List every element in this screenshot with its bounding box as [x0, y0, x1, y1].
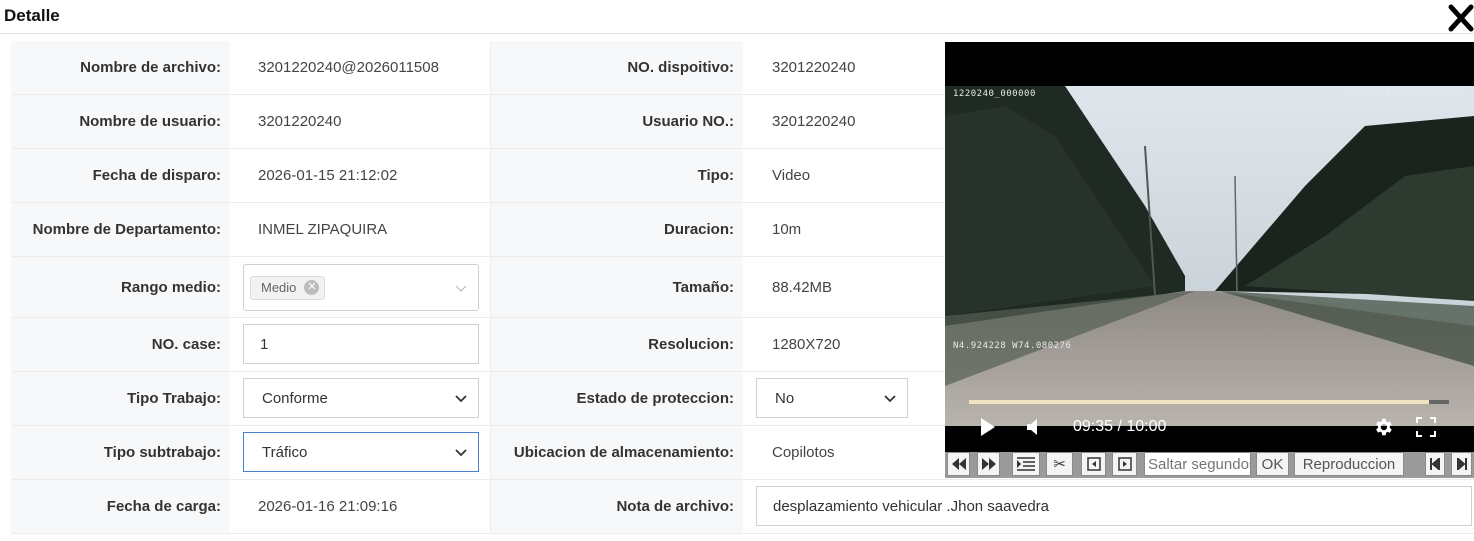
player-toolbar: ✂ OK Reproduccion	[945, 452, 1474, 478]
video-player[interactable]: 1220240_000000 2026-01-15 08:11:38 N4.92…	[945, 42, 1474, 452]
volume-icon[interactable]	[1025, 417, 1041, 437]
playback-button[interactable]: Reproduccion	[1294, 452, 1404, 476]
size-value: 88.42MB	[743, 257, 943, 317]
osd-gps-coords: N4.924228 W74.080276	[953, 341, 1072, 351]
field-label: Estado de proteccion:	[491, 372, 743, 425]
field-label: Fecha de disparo:	[11, 149, 230, 202]
work-type-cell: Conforme	[230, 372, 491, 425]
field-label: Tipo subtrabajo:	[11, 426, 230, 479]
video-time: 09:35 / 10:00	[1073, 418, 1167, 435]
playback-label: Reproduccion	[1302, 455, 1396, 473]
field-label: Nombre de Departamento:	[11, 203, 230, 256]
field-label: Nombre de usuario:	[11, 95, 230, 148]
field-label: Duracion:	[491, 203, 743, 256]
resolution-value: 1280X720	[743, 318, 943, 371]
range-tag-label: Medio	[261, 280, 297, 295]
field-label: Fecha de carga:	[11, 480, 230, 533]
close-icon[interactable]	[1448, 2, 1474, 32]
scissors-icon[interactable]: ✂	[1046, 452, 1073, 476]
rewind-icon[interactable]	[947, 452, 970, 476]
progress-fill	[969, 400, 1429, 404]
video-frame	[945, 86, 1474, 426]
storage-location-value: Copilotos	[743, 426, 943, 479]
file-name-value: 3201220240@2026011508	[230, 41, 491, 94]
osd-timestamp: 2026-01-15 08:11:38	[1349, 89, 1462, 99]
chevron-down-icon	[455, 395, 467, 403]
duration-value: 10m	[743, 203, 943, 256]
field-label: Nombre de archivo:	[11, 41, 230, 94]
field-label: Ubicacion de almacenamiento:	[491, 426, 743, 479]
department-value: INMEL ZIPAQUIRA	[230, 203, 491, 256]
work-type-select[interactable]: Conforme	[243, 378, 479, 418]
chevron-down-icon	[455, 449, 467, 457]
fullscreen-icon[interactable]	[1416, 417, 1436, 437]
fast-forward-icon[interactable]	[977, 452, 1000, 476]
protection-select[interactable]: No	[756, 378, 908, 418]
range-multiselect[interactable]: Medio ✕	[243, 264, 479, 311]
trigger-date-value: 2026-01-15 21:12:02	[230, 149, 491, 202]
case-number-input[interactable]: 1	[243, 324, 479, 364]
note-cell: desplazamiento vehicular .Jhon saavedra	[743, 480, 1474, 533]
field-label: NO. case:	[11, 318, 230, 371]
subwork-type-selected: Tráfico	[262, 443, 308, 461]
file-note-input[interactable]: desplazamiento vehicular .Jhon saavedra	[756, 486, 1472, 526]
range-cell: Medio ✕	[230, 257, 491, 317]
field-label: Rango medio:	[11, 257, 230, 317]
skip-end-icon[interactable]	[1451, 452, 1472, 476]
upload-date-value: 2026-01-16 21:09:16	[230, 480, 491, 533]
dialog-header: Detalle	[0, 0, 1474, 34]
chevron-down-icon	[455, 285, 467, 292]
field-label: Resolucion:	[491, 318, 743, 371]
frame-back-icon[interactable]	[1081, 452, 1106, 476]
field-label: NO. dispoitivo:	[491, 41, 743, 94]
protection-cell: No	[743, 372, 943, 425]
field-label: Tamaño:	[491, 257, 743, 317]
device-number-value: 3201220240	[743, 41, 943, 94]
seek-ok-button[interactable]: OK	[1256, 452, 1289, 476]
user-name-value: 3201220240	[230, 95, 491, 148]
field-label: Nota de archivo:	[491, 480, 743, 533]
dialog-title: Detalle	[4, 6, 60, 25]
case-cell: 1	[230, 318, 491, 371]
list-indent-icon[interactable]	[1012, 452, 1040, 476]
subwork-type-select[interactable]: Tráfico	[243, 432, 479, 472]
chevron-down-icon	[884, 395, 896, 403]
detail-row: Fecha de carga: 2026-01-16 21:09:16 Nota…	[11, 480, 1474, 534]
osd-device-id: 1220240_000000	[953, 89, 1036, 99]
field-label: Tipo Trabajo:	[11, 372, 230, 425]
work-type-selected: Conforme	[262, 389, 328, 407]
user-number-value: 3201220240	[743, 95, 943, 148]
type-value: Video	[743, 149, 943, 202]
field-label: Tipo:	[491, 149, 743, 202]
frame-forward-icon[interactable]	[1112, 452, 1137, 476]
settings-gear-icon[interactable]	[1372, 416, 1394, 438]
protection-selected: No	[775, 389, 795, 407]
field-label: Usuario NO.:	[491, 95, 743, 148]
play-icon[interactable]	[979, 417, 997, 437]
seek-ok-label: OK	[1261, 455, 1284, 473]
tag-remove-icon[interactable]: ✕	[304, 280, 320, 295]
subwork-cell: Tráfico	[230, 426, 491, 479]
skip-start-icon[interactable]	[1425, 452, 1445, 476]
seek-seconds-input[interactable]	[1144, 452, 1251, 476]
range-tag: Medio ✕	[250, 275, 326, 300]
video-progress-bar[interactable]	[969, 400, 1449, 404]
